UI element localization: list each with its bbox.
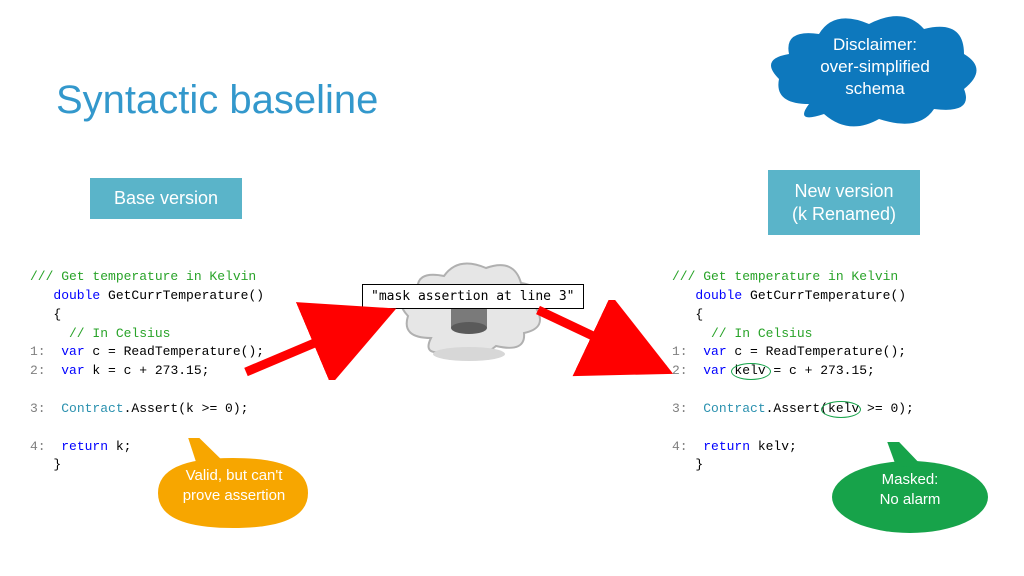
callout-yellow-text: Valid, but can't prove assertion [156, 466, 312, 505]
storage-cloud-icon [396, 258, 542, 368]
callout-green-text: Masked: No alarm [844, 470, 976, 509]
slide-title: Syntactic baseline [56, 78, 378, 123]
base-version-label: Base version [90, 178, 242, 219]
kelv-highlight-line2 [731, 363, 771, 380]
arrow-cloud-to-right-icon [530, 300, 680, 380]
new-version-label: New version (k Renamed) [768, 170, 920, 235]
kelv-highlight-line3 [821, 401, 861, 418]
disclaimer-text: Disclaimer: over-simplified schema [790, 34, 960, 100]
